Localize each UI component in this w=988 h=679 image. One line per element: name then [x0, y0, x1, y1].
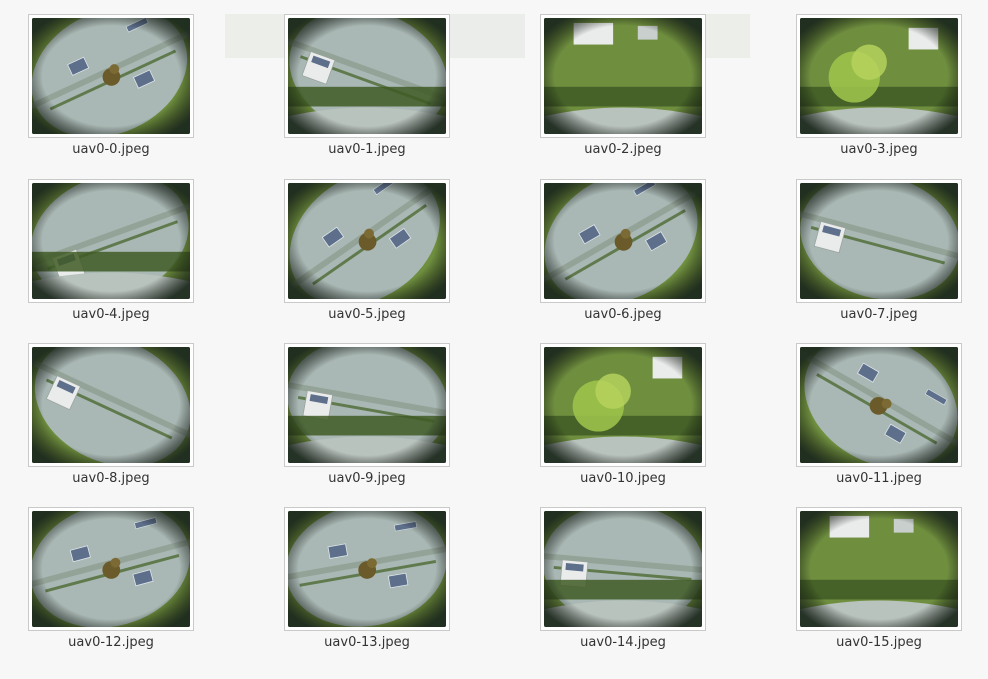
file-name-label[interactable]: uav0-2.jpeg — [530, 142, 716, 157]
file-thumbnail[interactable] — [796, 14, 962, 138]
file-item[interactable]: uav0-10.jpeg — [540, 343, 708, 493]
file-name-label[interactable]: uav0-5.jpeg — [274, 307, 460, 322]
aerial-photo — [800, 511, 958, 627]
file-thumbnail[interactable] — [540, 179, 706, 303]
file-thumbnail[interactable] — [28, 179, 194, 303]
file-thumbnail[interactable] — [796, 179, 962, 303]
file-thumbnail[interactable] — [540, 507, 706, 631]
thumbnail-image — [32, 183, 190, 299]
file-thumbnail[interactable] — [540, 343, 706, 467]
aerial-photo — [288, 511, 446, 627]
file-item[interactable]: uav0-9.jpeg — [284, 343, 452, 493]
file-item[interactable]: uav0-12.jpeg — [28, 507, 196, 657]
file-name-label[interactable]: uav0-10.jpeg — [530, 471, 716, 486]
file-name-label[interactable]: uav0-14.jpeg — [530, 635, 716, 650]
aerial-photo — [32, 183, 190, 299]
aerial-photo — [800, 183, 958, 299]
file-thumbnail[interactable] — [796, 343, 962, 467]
file-name-label[interactable]: uav0-3.jpeg — [786, 142, 972, 157]
thumbnail-image — [800, 511, 958, 627]
thumbnail-image — [288, 511, 446, 627]
file-name-label[interactable]: uav0-0.jpeg — [18, 142, 204, 157]
thumbnail-image — [544, 511, 702, 627]
icon-grid: uav0-0.jpeg uav0-1.jpeg uav0-2.jpeg uav0… — [0, 0, 988, 679]
file-item[interactable]: uav0-1.jpeg — [284, 14, 452, 164]
aerial-photo — [288, 347, 446, 463]
file-item[interactable]: uav0-13.jpeg — [284, 507, 452, 657]
file-thumbnail[interactable] — [28, 507, 194, 631]
aerial-photo — [288, 18, 446, 134]
file-thumbnail[interactable] — [28, 343, 194, 467]
thumbnail-image — [288, 183, 446, 299]
file-item[interactable]: uav0-4.jpeg — [28, 179, 196, 329]
aerial-photo — [544, 18, 702, 134]
file-item[interactable]: uav0-5.jpeg — [284, 179, 452, 329]
file-thumbnail[interactable] — [284, 179, 450, 303]
file-thumbnail[interactable] — [284, 507, 450, 631]
aerial-photo — [800, 18, 958, 134]
aerial-photo — [800, 347, 958, 463]
file-browser-view: uav0-0.jpeg uav0-1.jpeg uav0-2.jpeg uav0… — [0, 0, 988, 679]
file-name-label[interactable]: uav0-4.jpeg — [18, 307, 204, 322]
aerial-photo — [288, 183, 446, 299]
file-name-label[interactable]: uav0-8.jpeg — [18, 471, 204, 486]
thumbnail-image — [800, 18, 958, 134]
file-name-label[interactable]: uav0-9.jpeg — [274, 471, 460, 486]
file-name-label[interactable]: uav0-7.jpeg — [786, 307, 972, 322]
aerial-photo — [544, 347, 702, 463]
aerial-photo — [544, 511, 702, 627]
file-name-label[interactable]: uav0-1.jpeg — [274, 142, 460, 157]
thumbnail-image — [544, 347, 702, 463]
file-item[interactable]: uav0-6.jpeg — [540, 179, 708, 329]
thumbnail-image — [288, 18, 446, 134]
file-thumbnail[interactable] — [28, 14, 194, 138]
thumbnail-image — [32, 18, 190, 134]
file-item[interactable]: uav0-15.jpeg — [796, 507, 964, 657]
file-thumbnail[interactable] — [540, 14, 706, 138]
file-thumbnail[interactable] — [284, 343, 450, 467]
thumbnail-image — [544, 18, 702, 134]
thumbnail-image — [288, 347, 446, 463]
aerial-photo — [32, 511, 190, 627]
thumbnail-image — [544, 183, 702, 299]
file-name-label[interactable]: uav0-15.jpeg — [786, 635, 972, 650]
file-thumbnail[interactable] — [796, 507, 962, 631]
file-thumbnail[interactable] — [284, 14, 450, 138]
file-name-label[interactable]: uav0-12.jpeg — [18, 635, 204, 650]
file-item[interactable]: uav0-8.jpeg — [28, 343, 196, 493]
aerial-photo — [544, 183, 702, 299]
thumbnail-image — [32, 347, 190, 463]
file-item[interactable]: uav0-3.jpeg — [796, 14, 964, 164]
aerial-photo — [32, 18, 190, 134]
file-item[interactable]: uav0-11.jpeg — [796, 343, 964, 493]
file-item[interactable]: uav0-2.jpeg — [540, 14, 708, 164]
file-item[interactable]: uav0-7.jpeg — [796, 179, 964, 329]
file-name-label[interactable]: uav0-6.jpeg — [530, 307, 716, 322]
file-name-label[interactable]: uav0-13.jpeg — [274, 635, 460, 650]
thumbnail-image — [800, 183, 958, 299]
aerial-photo — [32, 347, 190, 463]
file-name-label[interactable]: uav0-11.jpeg — [786, 471, 972, 486]
file-item[interactable]: uav0-14.jpeg — [540, 507, 708, 657]
thumbnail-image — [32, 511, 190, 627]
file-item[interactable]: uav0-0.jpeg — [28, 14, 196, 164]
thumbnail-image — [800, 347, 958, 463]
